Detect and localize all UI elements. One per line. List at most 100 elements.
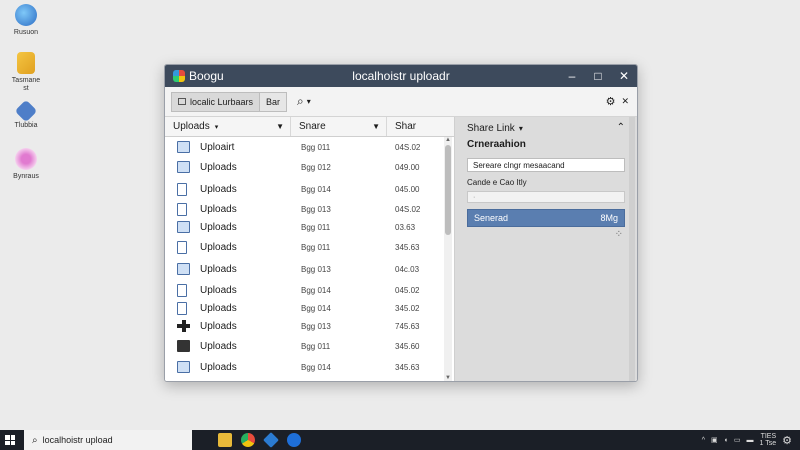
file-name: Uploads — [200, 303, 237, 314]
file-name: Uploads — [200, 263, 237, 275]
table-row[interactable]: Uploads Bgg 011 03.63 — [165, 218, 442, 236]
search-button[interactable]: ⌕ ▾ — [297, 94, 311, 109]
chevron-up-icon[interactable]: ^ — [702, 437, 705, 444]
window-controls: – □ ✕ — [559, 65, 637, 87]
network-icon[interactable]: ▣ — [711, 436, 718, 444]
file-name-cell: Uploads — [165, 182, 291, 196]
folder-icon — [17, 52, 35, 74]
tab-bar[interactable]: Bar — [260, 93, 286, 111]
scroll-down-icon[interactable]: ▼ — [444, 375, 452, 381]
tab-local[interactable]: localic Lurbaars — [172, 92, 261, 111]
sort-icon: ▼ — [276, 122, 284, 131]
column-header-share[interactable]: Snare ▼ — [291, 117, 387, 136]
table-row[interactable]: Uploads Bgg 011 345.60 — [165, 335, 442, 357]
bluetooth-icon[interactable] — [287, 433, 301, 447]
maximize-button[interactable]: □ — [585, 65, 611, 87]
app-window: Boogu localhoistr uploadr – □ ✕ localic … — [164, 64, 638, 382]
table-row[interactable]: Uploads Bgg 014 045.02 — [165, 280, 442, 300]
file-size-cell: 045.02 — [395, 285, 420, 295]
minimize-button[interactable]: – — [559, 65, 585, 87]
file-name: Uploads — [200, 183, 237, 195]
toolbar: localic Lurbaars Bar ⌕ ▾ ⚙ ✕ — [165, 87, 637, 117]
desktop-icon-2[interactable]: Tasmane st — [4, 48, 48, 96]
file-size-cell: 049.00 — [395, 162, 420, 172]
clock-time: TIES — [760, 433, 777, 440]
file-name: Uploads — [200, 161, 237, 173]
file-name-cell: Uploads — [165, 320, 291, 332]
file-name-cell: Uploads — [165, 263, 291, 275]
folder-icon — [177, 161, 190, 173]
table-row[interactable]: Uploads Bgg 013 04S.02 — [165, 201, 442, 218]
desktop-icon-4[interactable]: Bynraus — [4, 144, 48, 192]
file-size-cell: 745.63 — [395, 321, 420, 331]
titlebar[interactable]: Boogu localhoistr uploadr – □ ✕ — [165, 65, 637, 87]
file-share-cell: Bgg 013 — [301, 205, 331, 214]
share-text-field[interactable]: Sereare clngr mesaacand — [467, 158, 625, 172]
close-panel-icon[interactable]: ✕ — [621, 96, 629, 107]
close-button[interactable]: ✕ — [611, 65, 637, 87]
file-explorer-icon[interactable] — [218, 433, 232, 447]
desktop-icon-3[interactable]: Tlubbia — [4, 96, 48, 144]
table-row[interactable]: Uploads Bgg 014 345.63 — [165, 357, 442, 377]
file-size-cell: 04S.02 — [395, 205, 421, 214]
file-name-cell: Uploads — [165, 221, 291, 233]
app-icon[interactable] — [263, 432, 279, 448]
drive-icon — [177, 340, 190, 352]
file-share-cell: Bgg 012 — [301, 162, 331, 172]
clock[interactable]: TIES 1 Tse — [760, 433, 777, 447]
table-row[interactable]: Uploads Bgg 013 04c.03 — [165, 258, 442, 280]
vertical-scrollbar[interactable]: ▲ ▼ — [444, 137, 452, 381]
chevron-up-icon[interactable]: ⌃ — [617, 122, 625, 133]
column-header-size-label: Shar — [395, 121, 417, 132]
share-panel-scrollbar[interactable] — [629, 117, 635, 381]
file-share-cell: Bgg 013 — [301, 321, 331, 331]
app-icon — [14, 99, 38, 123]
table-row[interactable]: Uploairt Bgg 011 04S.02 — [165, 137, 442, 157]
taskbar-search[interactable]: ⌕ localhoistr upload — [24, 430, 192, 450]
start-button[interactable] — [0, 430, 20, 450]
table-row[interactable]: Uploads Bgg 012 049.00 — [165, 157, 442, 177]
table-row[interactable]: Uploads Bgg 011 345.63 — [165, 236, 442, 258]
desktop-icon-label: Tlubbia — [14, 122, 38, 129]
paint-icon — [15, 148, 37, 170]
file-size-cell: 04c.03 — [395, 264, 420, 274]
settings-icon[interactable]: ⚙ — [782, 434, 792, 447]
share-panel-header[interactable]: Share Link ▾ — [455, 117, 637, 139]
column-header-size[interactable]: Shar — [387, 117, 454, 136]
display-icon[interactable]: ▭ — [734, 436, 741, 444]
generate-button-value: 8Mg — [600, 213, 618, 223]
table-row[interactable]: Uploads Bgg 014 345.02 — [165, 300, 442, 317]
chevron-down-icon: ▾ — [306, 97, 311, 106]
file-size-cell: 03.63 — [395, 222, 416, 232]
column-header-name[interactable]: Uploads ▾ ▼ — [165, 117, 291, 136]
file-share-cell: Bgg 014 — [301, 304, 331, 313]
file-name-cell: Uploads — [165, 302, 291, 315]
generate-button[interactable]: Senerad 8Mg — [467, 209, 625, 227]
file-rows: Uploairt Bgg 011 04S.02 Uploads Bgg 012 049.0… — [165, 137, 442, 377]
volume-icon[interactable]: ◖ — [724, 437, 728, 444]
scrollbar-thumb[interactable] — [445, 145, 451, 235]
settings-icon[interactable]: ⚙ — [606, 95, 616, 108]
search-icon: ⌕ — [32, 434, 38, 446]
share-secondary-field[interactable]: · — [467, 191, 625, 203]
windows-icon — [5, 435, 15, 445]
file-name-cell: Uploads — [165, 161, 291, 173]
toolbar-right: ⚙ ✕ — [606, 95, 629, 108]
table-row[interactable]: Uploads Bgg 013 745.63 — [165, 317, 442, 335]
chrome-icon[interactable] — [241, 433, 255, 447]
file-share-cell: Bgg 013 — [301, 264, 331, 274]
column-header-name-label: Uploads — [173, 121, 210, 132]
file-name: Uploads — [200, 340, 237, 352]
file-name-cell: Uploads — [165, 361, 291, 373]
desktop-icon-1[interactable]: Rusuon — [4, 0, 48, 48]
battery-icon[interactable]: ▬ — [747, 437, 754, 444]
folder-icon — [177, 141, 190, 153]
document-icon — [177, 182, 187, 196]
file-name: Uploads — [200, 320, 237, 332]
table-row[interactable]: Uploads Bgg 014 045.00 — [165, 177, 442, 201]
share-field-label: Cande e Cao Itly — [467, 178, 527, 187]
folder-icon — [177, 221, 190, 233]
file-size-cell: 345.63 — [395, 362, 420, 372]
file-name: Uploads — [200, 361, 237, 373]
scroll-up-icon[interactable]: ▲ — [444, 137, 452, 143]
